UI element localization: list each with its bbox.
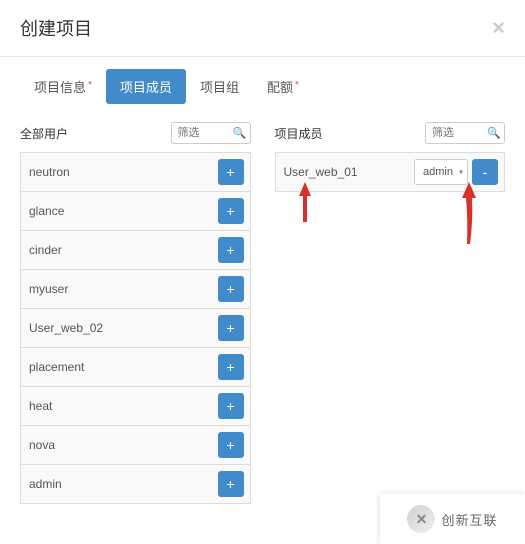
add-user-button[interactable]: + xyxy=(218,393,244,419)
user-name: glance xyxy=(29,204,64,218)
user-name: placement xyxy=(29,360,84,374)
modal-title: 创建项目 xyxy=(20,15,92,41)
modal-header: 创建项目 × xyxy=(0,0,525,57)
logo-mark-icon: ✕ xyxy=(407,505,435,533)
tab-quota[interactable]: 配额* xyxy=(253,69,313,104)
tabs: 项目信息* 项目成员 项目组 配额* xyxy=(0,57,525,104)
close-button[interactable]: × xyxy=(492,17,505,39)
list-item: neutron + xyxy=(20,153,251,192)
user-name: myuser xyxy=(29,282,68,296)
members-list: User_web_01 admin ▾ - xyxy=(275,152,506,192)
logo-text: 创新互联 xyxy=(441,510,497,529)
tab-project-members[interactable]: 项目成员 xyxy=(106,69,186,104)
add-user-button[interactable]: + xyxy=(218,198,244,224)
role-dropdown[interactable]: admin ▾ xyxy=(414,159,468,185)
list-item: placement + xyxy=(20,348,251,387)
available-users-panel: 全部用户 🔍 neutron + glance + cinder + xyxy=(20,122,251,504)
list-item: admin + xyxy=(20,465,251,504)
add-user-button[interactable]: + xyxy=(218,237,244,263)
user-name: admin xyxy=(29,477,62,491)
list-item: cinder + xyxy=(20,231,251,270)
list-item: nova + xyxy=(20,426,251,465)
members-panel: 项目成员 🔍 User_web_01 admin ▾ - xyxy=(275,122,506,504)
role-label: admin xyxy=(423,166,453,178)
user-name: cinder xyxy=(29,243,62,257)
add-user-button[interactable]: + xyxy=(218,354,244,380)
members-title: 项目成员 xyxy=(275,125,323,142)
add-user-button[interactable]: + xyxy=(218,276,244,302)
tab-project-info[interactable]: 项目信息* xyxy=(20,69,106,104)
brand-logo: ✕ 创新互联 xyxy=(380,494,525,544)
remove-user-button[interactable]: - xyxy=(472,159,498,185)
tab-label: 项目成员 xyxy=(120,80,172,95)
tab-label: 项目信息 xyxy=(34,80,86,95)
tab-label: 项目组 xyxy=(200,80,239,95)
add-user-button[interactable]: + xyxy=(218,432,244,458)
list-item: User_web_01 admin ▾ - xyxy=(275,153,506,192)
available-users-filter[interactable] xyxy=(171,122,251,144)
list-item: glance + xyxy=(20,192,251,231)
list-item: heat + xyxy=(20,387,251,426)
required-mark: * xyxy=(88,80,92,91)
required-mark: * xyxy=(295,80,299,91)
create-project-modal: 创建项目 × 项目信息* 项目成员 项目组 配额* 全部用户 🔍 xyxy=(0,0,525,544)
user-name: nova xyxy=(29,438,55,452)
chevron-down-icon: ▾ xyxy=(459,168,463,177)
add-user-button[interactable]: + xyxy=(218,471,244,497)
user-name: User_web_02 xyxy=(29,321,103,335)
add-user-button[interactable]: + xyxy=(218,315,244,341)
tab-label: 配额 xyxy=(267,80,293,95)
members-filter[interactable] xyxy=(425,122,505,144)
user-name: heat xyxy=(29,399,52,413)
user-name: neutron xyxy=(29,165,70,179)
add-user-button[interactable]: + xyxy=(218,159,244,185)
list-item: User_web_02 + xyxy=(20,309,251,348)
list-item: myuser + xyxy=(20,270,251,309)
member-name: User_web_01 xyxy=(284,165,358,179)
tab-project-groups[interactable]: 项目组 xyxy=(186,69,253,104)
available-users-list: neutron + glance + cinder + myuser + Use… xyxy=(20,152,251,504)
available-users-title: 全部用户 xyxy=(20,125,68,142)
